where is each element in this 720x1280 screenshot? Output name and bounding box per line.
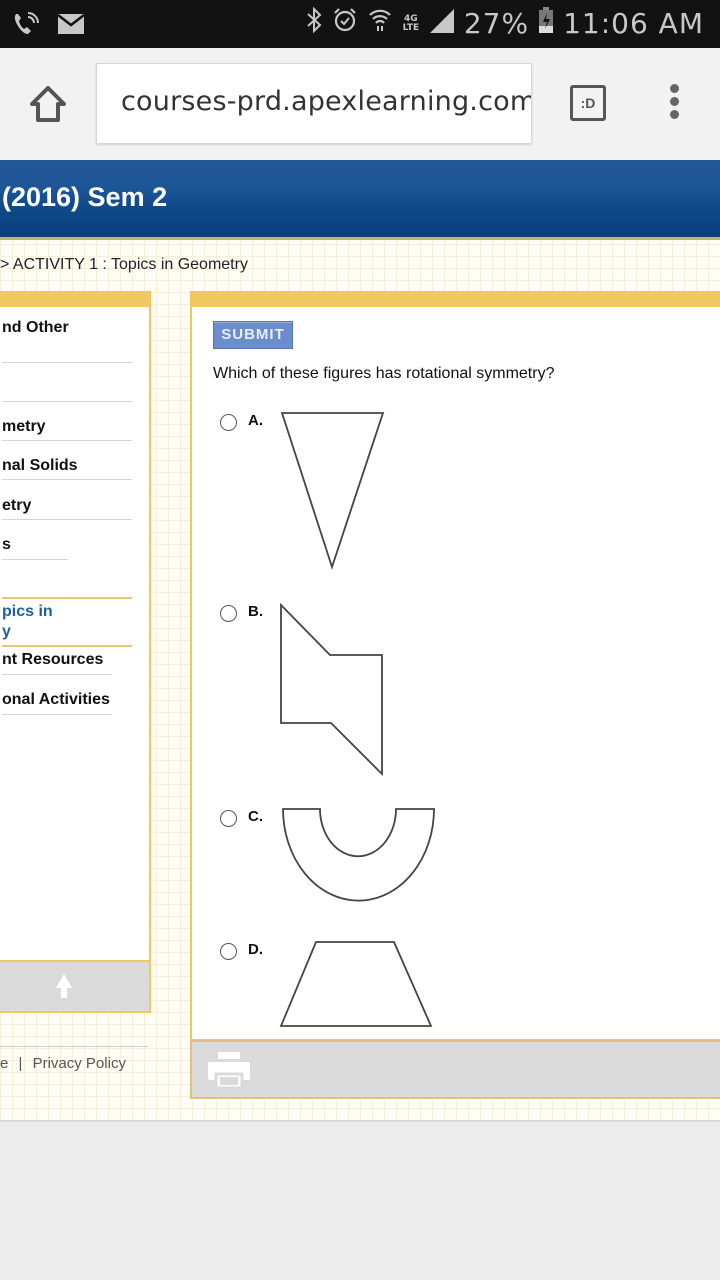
- sidebar-item-s[interactable]: s: [2, 536, 11, 554]
- network-label: 4G LTE: [402, 13, 420, 33]
- sidebar-divider: [2, 559, 68, 560]
- sidebar-divider: [2, 714, 112, 715]
- privacy-policy-link[interactable]: Privacy Policy: [33, 1055, 126, 1072]
- question-panel-footer: [190, 1040, 720, 1099]
- print-icon[interactable]: [208, 1052, 250, 1095]
- course-title: (2016) Sem 2: [2, 182, 168, 212]
- footer-divider: [0, 1046, 148, 1047]
- radio-button-c[interactable]: [220, 810, 237, 827]
- submit-button[interactable]: SUBMIT: [213, 321, 293, 349]
- sidebar-divider: [2, 519, 132, 520]
- status-bar: 4G LTE 27% 11:06 AM: [0, 0, 720, 48]
- browser-toolbar: courses-prd.apexlearning.com/a :D: [0, 48, 720, 160]
- sidebar-item-other[interactable]: nd Other: [2, 319, 69, 337]
- sidebar-item-topics-line1[interactable]: pics in: [2, 603, 53, 621]
- home-button[interactable]: [26, 82, 70, 126]
- alarm-icon: [332, 6, 358, 41]
- radio-button-d[interactable]: [220, 943, 237, 960]
- course-sidebar: nd Other metry nal Solids etry s pics in…: [0, 291, 151, 1013]
- mail-icon: [57, 14, 85, 39]
- footer-separator: |: [18, 1055, 23, 1072]
- option-letter-b: B.: [248, 603, 264, 620]
- sidebar-item-solids[interactable]: nal Solids: [2, 457, 78, 475]
- page-bottom-divider: [0, 1120, 720, 1122]
- radio-button-b[interactable]: [220, 605, 237, 622]
- sidebar-divider: [2, 401, 132, 402]
- sidebar-item-geometry[interactable]: etry: [2, 497, 31, 515]
- tab-switcher-button[interactable]: :D: [570, 85, 606, 121]
- wifi-calling-icon: [12, 10, 44, 43]
- radio-button-a[interactable]: [220, 414, 237, 431]
- sidebar-divider: [2, 440, 132, 441]
- sidebar-divider: [2, 674, 112, 675]
- battery-percent: 27%: [463, 7, 530, 40]
- option-letter-d: D.: [248, 941, 264, 958]
- figure-trapezoid: [279, 941, 433, 1027]
- web-page: (2016) Sem 2 > ACTIVITY 1 : Topics in Ge…: [0, 160, 720, 1122]
- question-prompt: Which of these figures has rotational sy…: [213, 365, 555, 382]
- home-icon: [30, 86, 66, 122]
- sidebar-item-resources[interactable]: nt Resources: [2, 651, 103, 669]
- sidebar-footer: [0, 960, 151, 1013]
- footer-link-fragment[interactable]: e: [0, 1055, 8, 1072]
- 4g-lte-icon: 4G LTE: [402, 13, 420, 33]
- arrow-up-icon[interactable]: [54, 972, 74, 1005]
- sidebar-active-bottom-border: [2, 645, 132, 647]
- figure-inverted-triangle: [280, 412, 385, 570]
- sidebar-divider: [2, 362, 132, 363]
- battery-charging-icon: [539, 6, 554, 41]
- more-vert-icon[interactable]: [664, 84, 684, 124]
- signal-icon: [429, 6, 454, 41]
- sidebar-item-activities[interactable]: onal Activities: [2, 691, 110, 709]
- figure-irregular-hexagon: [280, 602, 383, 777]
- course-header: (2016) Sem 2: [0, 160, 720, 240]
- sidebar-item-symmetry[interactable]: metry: [2, 418, 46, 436]
- bluetooth-icon: [306, 6, 322, 41]
- option-letter-c: C.: [248, 808, 264, 825]
- figure-half-annulus: [282, 808, 435, 902]
- url-bar[interactable]: courses-prd.apexlearning.com/a: [96, 63, 532, 144]
- breadcrumb[interactable]: > ACTIVITY 1 : Topics in Geometry: [0, 256, 248, 274]
- sidebar-item-topics-line2[interactable]: y: [2, 623, 11, 641]
- url-text: courses-prd.apexlearning.com/: [121, 86, 532, 117]
- question-panel: SUBMIT Which of these figures has rotati…: [190, 291, 720, 1041]
- sidebar-active-top-border: [2, 597, 132, 599]
- clock: 11:06 AM: [563, 7, 704, 40]
- wifi-icon: [368, 6, 392, 41]
- option-letter-a: A.: [248, 412, 264, 429]
- footer-links: e | Privacy Policy: [0, 1055, 126, 1072]
- sidebar-divider: [2, 479, 132, 480]
